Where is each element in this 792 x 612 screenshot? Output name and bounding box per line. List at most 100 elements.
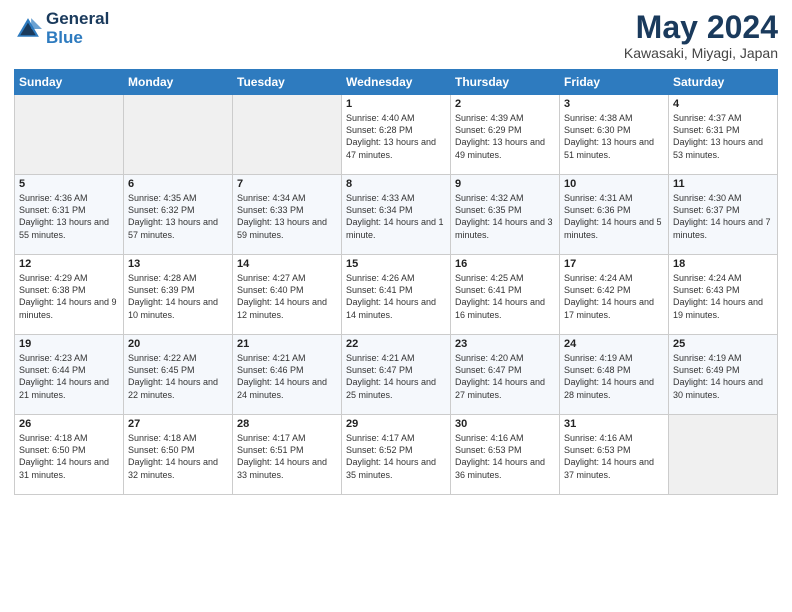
calendar-cell: 8Sunrise: 4:33 AM Sunset: 6:34 PM Daylig…: [342, 175, 451, 255]
cell-info: Sunrise: 4:21 AM Sunset: 6:46 PM Dayligh…: [237, 352, 337, 401]
day-number: 5: [19, 178, 119, 190]
calendar-cell: 2 Sunrise: 4:39 AM Sunset: 6:29 PM Daylig…: [451, 95, 560, 175]
cell-info: Sunrise: 4:19 AM Sunset: 6:49 PM Dayligh…: [673, 352, 773, 401]
calendar-cell: 18 Sunrise: 4:24 AM Sunset: 6:43 PM Dayli…: [669, 255, 778, 335]
cell-info: Sunrise: 4:34 AM Sunset: 6:33 PM Dayligh…: [237, 192, 337, 241]
calendar-week-row: 19Sunrise: 4:23 AM Sunset: 6:44 PM Dayli…: [15, 335, 778, 415]
day-number: 18: [673, 258, 773, 270]
calendar-cell: 29 Sunrise: 4:17 AM Sunset: 6:52 PM Dayli…: [342, 415, 451, 495]
day-number: 10: [564, 178, 664, 190]
cell-info: Sunrise: 4:33 AM Sunset: 6:34 PM Dayligh…: [346, 192, 446, 241]
day-number: 2: [455, 98, 555, 110]
day-number: 30: [455, 418, 555, 430]
cell-info: Sunrise: 4:26 AM Sunset: 6:41 PM Dayligh…: [346, 272, 446, 321]
cell-info: Sunrise: 4:18 AM Sunset: 6:50 PM Dayligh…: [128, 432, 228, 481]
cell-info: Sunrise: 4:19 AM Sunset: 6:48 PM Dayligh…: [564, 352, 664, 401]
col-wednesday: Wednesday: [342, 70, 451, 95]
day-number: 4: [673, 98, 773, 110]
calendar-cell: 10 Sunrise: 4:31 AM Sunset: 6:36 PM Dayli…: [560, 175, 669, 255]
cell-info: Sunrise: 4:25 AM Sunset: 6:41 PM Dayligh…: [455, 272, 555, 321]
calendar-week-row: 12Sunrise: 4:29 AM Sunset: 6:38 PM Dayli…: [15, 255, 778, 335]
calendar-week-row: 1Sunrise: 4:40 AM Sunset: 6:28 PM Daylig…: [15, 95, 778, 175]
calendar-cell: [233, 95, 342, 175]
calendar-cell: 19Sunrise: 4:23 AM Sunset: 6:44 PM Dayli…: [15, 335, 124, 415]
cell-info: Sunrise: 4:30 AM Sunset: 6:37 PM Dayligh…: [673, 192, 773, 241]
day-number: 28: [237, 418, 337, 430]
calendar-cell: 9 Sunrise: 4:32 AM Sunset: 6:35 PM Daylig…: [451, 175, 560, 255]
day-number: 15: [346, 258, 446, 270]
calendar-cell: 7 Sunrise: 4:34 AM Sunset: 6:33 PM Daylig…: [233, 175, 342, 255]
cell-info: Sunrise: 4:16 AM Sunset: 6:53 PM Dayligh…: [455, 432, 555, 481]
calendar-cell: 4Sunrise: 4:37 AM Sunset: 6:31 PM Daylig…: [669, 95, 778, 175]
calendar-cell: 20 Sunrise: 4:22 AM Sunset: 6:45 PM Dayli…: [124, 335, 233, 415]
calendar-week-row: 26 Sunrise: 4:18 AM Sunset: 6:50 PM Dayli…: [15, 415, 778, 495]
cell-info: Sunrise: 4:23 AM Sunset: 6:44 PM Dayligh…: [19, 352, 119, 401]
col-thursday: Thursday: [451, 70, 560, 95]
cell-info: Sunrise: 4:38 AM Sunset: 6:30 PM Dayligh…: [564, 112, 664, 161]
day-number: 24: [564, 338, 664, 350]
calendar-cell: 26 Sunrise: 4:18 AM Sunset: 6:50 PM Dayli…: [15, 415, 124, 495]
calendar-page: General Blue May 2024 Kawasaki, Miyagi, …: [0, 0, 792, 612]
calendar-cell: 30 Sunrise: 4:16 AM Sunset: 6:53 PM Dayli…: [451, 415, 560, 495]
header: General Blue May 2024 Kawasaki, Miyagi, …: [14, 10, 778, 61]
cell-info: Sunrise: 4:18 AM Sunset: 6:50 PM Dayligh…: [19, 432, 119, 481]
calendar-header-row: Sunday Monday Tuesday Wednesday Thursday…: [15, 70, 778, 95]
cell-info: Sunrise: 4:35 AM Sunset: 6:32 PM Dayligh…: [128, 192, 228, 241]
calendar-cell: 21 Sunrise: 4:21 AM Sunset: 6:46 PM Dayli…: [233, 335, 342, 415]
cell-info: Sunrise: 4:28 AM Sunset: 6:39 PM Dayligh…: [128, 272, 228, 321]
calendar-cell: 16 Sunrise: 4:25 AM Sunset: 6:41 PM Dayli…: [451, 255, 560, 335]
col-monday: Monday: [124, 70, 233, 95]
day-number: 27: [128, 418, 228, 430]
logo: General Blue: [14, 10, 109, 47]
calendar-cell: 12Sunrise: 4:29 AM Sunset: 6:38 PM Dayli…: [15, 255, 124, 335]
day-number: 20: [128, 338, 228, 350]
calendar-cell: 14 Sunrise: 4:27 AM Sunset: 6:40 PM Dayli…: [233, 255, 342, 335]
day-number: 6: [128, 178, 228, 190]
cell-info: Sunrise: 4:22 AM Sunset: 6:45 PM Dayligh…: [128, 352, 228, 401]
calendar-cell: 28 Sunrise: 4:17 AM Sunset: 6:51 PM Dayli…: [233, 415, 342, 495]
day-number: 13: [128, 258, 228, 270]
cell-info: Sunrise: 4:24 AM Sunset: 6:43 PM Dayligh…: [673, 272, 773, 321]
cell-info: Sunrise: 4:27 AM Sunset: 6:40 PM Dayligh…: [237, 272, 337, 321]
cell-info: Sunrise: 4:20 AM Sunset: 6:47 PM Dayligh…: [455, 352, 555, 401]
calendar-table: Sunday Monday Tuesday Wednesday Thursday…: [14, 69, 778, 495]
day-number: 25: [673, 338, 773, 350]
day-number: 3: [564, 98, 664, 110]
cell-info: Sunrise: 4:39 AM Sunset: 6:29 PM Dayligh…: [455, 112, 555, 161]
calendar-cell: 23 Sunrise: 4:20 AM Sunset: 6:47 PM Dayli…: [451, 335, 560, 415]
cell-info: Sunrise: 4:21 AM Sunset: 6:47 PM Dayligh…: [346, 352, 446, 401]
day-number: 21: [237, 338, 337, 350]
day-number: 29: [346, 418, 446, 430]
calendar-cell: [124, 95, 233, 175]
calendar-cell: 15 Sunrise: 4:26 AM Sunset: 6:41 PM Dayli…: [342, 255, 451, 335]
calendar-cell: [669, 415, 778, 495]
col-saturday: Saturday: [669, 70, 778, 95]
calendar-cell: 24 Sunrise: 4:19 AM Sunset: 6:48 PM Dayli…: [560, 335, 669, 415]
cell-info: Sunrise: 4:40 AM Sunset: 6:28 PM Dayligh…: [346, 112, 446, 161]
cell-info: Sunrise: 4:17 AM Sunset: 6:52 PM Dayligh…: [346, 432, 446, 481]
calendar-cell: 11Sunrise: 4:30 AM Sunset: 6:37 PM Dayli…: [669, 175, 778, 255]
cell-info: Sunrise: 4:24 AM Sunset: 6:42 PM Dayligh…: [564, 272, 664, 321]
title-block: May 2024 Kawasaki, Miyagi, Japan: [624, 10, 778, 61]
day-number: 7: [237, 178, 337, 190]
cell-info: Sunrise: 4:32 AM Sunset: 6:35 PM Dayligh…: [455, 192, 555, 241]
col-sunday: Sunday: [15, 70, 124, 95]
calendar-cell: 31Sunrise: 4:16 AM Sunset: 6:53 PM Dayli…: [560, 415, 669, 495]
col-friday: Friday: [560, 70, 669, 95]
day-number: 14: [237, 258, 337, 270]
calendar-cell: 6 Sunrise: 4:35 AM Sunset: 6:32 PM Daylig…: [124, 175, 233, 255]
calendar-cell: 1Sunrise: 4:40 AM Sunset: 6:28 PM Daylig…: [342, 95, 451, 175]
calendar-cell: 5Sunrise: 4:36 AM Sunset: 6:31 PM Daylig…: [15, 175, 124, 255]
cell-info: Sunrise: 4:31 AM Sunset: 6:36 PM Dayligh…: [564, 192, 664, 241]
day-number: 26: [19, 418, 119, 430]
calendar-cell: [15, 95, 124, 175]
col-tuesday: Tuesday: [233, 70, 342, 95]
day-number: 9: [455, 178, 555, 190]
calendar-cell: 13 Sunrise: 4:28 AM Sunset: 6:39 PM Dayli…: [124, 255, 233, 335]
day-number: 23: [455, 338, 555, 350]
day-number: 16: [455, 258, 555, 270]
calendar-cell: 17Sunrise: 4:24 AM Sunset: 6:42 PM Dayli…: [560, 255, 669, 335]
day-number: 12: [19, 258, 119, 270]
calendar-cell: 3 Sunrise: 4:38 AM Sunset: 6:30 PM Daylig…: [560, 95, 669, 175]
cell-info: Sunrise: 4:17 AM Sunset: 6:51 PM Dayligh…: [237, 432, 337, 481]
